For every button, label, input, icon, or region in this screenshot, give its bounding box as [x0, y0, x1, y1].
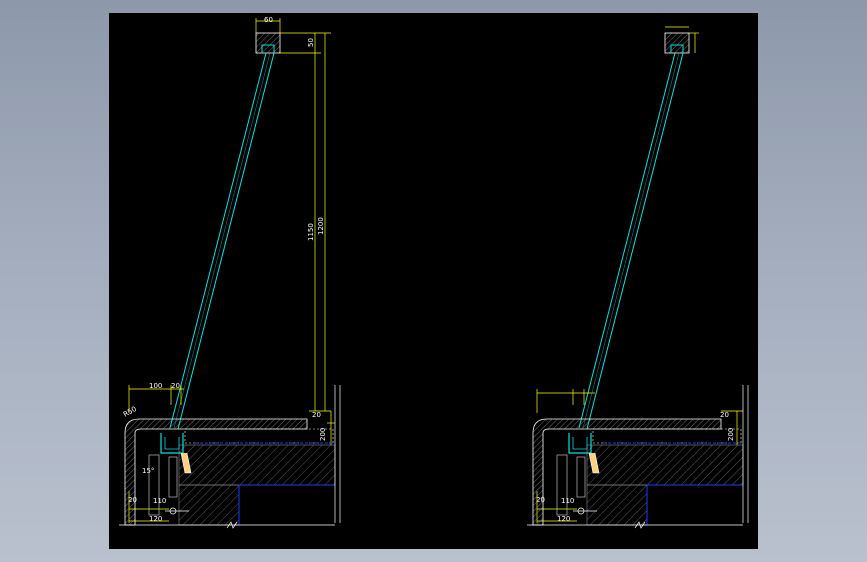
- dim-right-base-width: 110: [561, 497, 574, 505]
- right-glass-pane: [578, 52, 684, 430]
- right-top-cap: [664, 26, 699, 54]
- dim-base-total: 120: [149, 515, 162, 523]
- left-top-cap: [255, 32, 281, 54]
- dim-sill-offset: 20: [171, 382, 180, 390]
- dim-sill-width: 100: [149, 382, 162, 390]
- left-section: 60 50 1200 1150 100 20 R50 200 20 15° 20…: [119, 16, 341, 529]
- dim-angle: 15°: [142, 467, 154, 475]
- dim-base-width: 110: [153, 497, 166, 505]
- dim-right-slab-depth: 200: [727, 428, 735, 441]
- section-drawing: 60 50 1200 1150 100 20 R50 200 20 15° 20…: [119, 16, 749, 529]
- dim-slab-gap: 20: [312, 411, 321, 419]
- dim-corner-radius: R50: [122, 405, 138, 419]
- dim-top-width: 60: [264, 16, 273, 24]
- right-floor-slab: [527, 385, 749, 529]
- left-floor-slab: [119, 385, 341, 529]
- dim-slab-depth: 200: [319, 428, 327, 441]
- dim-right-base-total: 120: [557, 515, 570, 523]
- left-glass-pane: [169, 52, 275, 430]
- dim-overall-height: 1200: [317, 217, 325, 235]
- dim-right-slab-gap: 20: [720, 411, 729, 419]
- right-section: 200 20 20 110 120: [527, 26, 749, 529]
- dim-glass-height: 1150: [307, 223, 315, 241]
- dim-top-height: 50: [307, 38, 315, 47]
- cad-viewport[interactable]: 60 50 1200 1150 100 20 R50 200 20 15° 20…: [109, 13, 758, 549]
